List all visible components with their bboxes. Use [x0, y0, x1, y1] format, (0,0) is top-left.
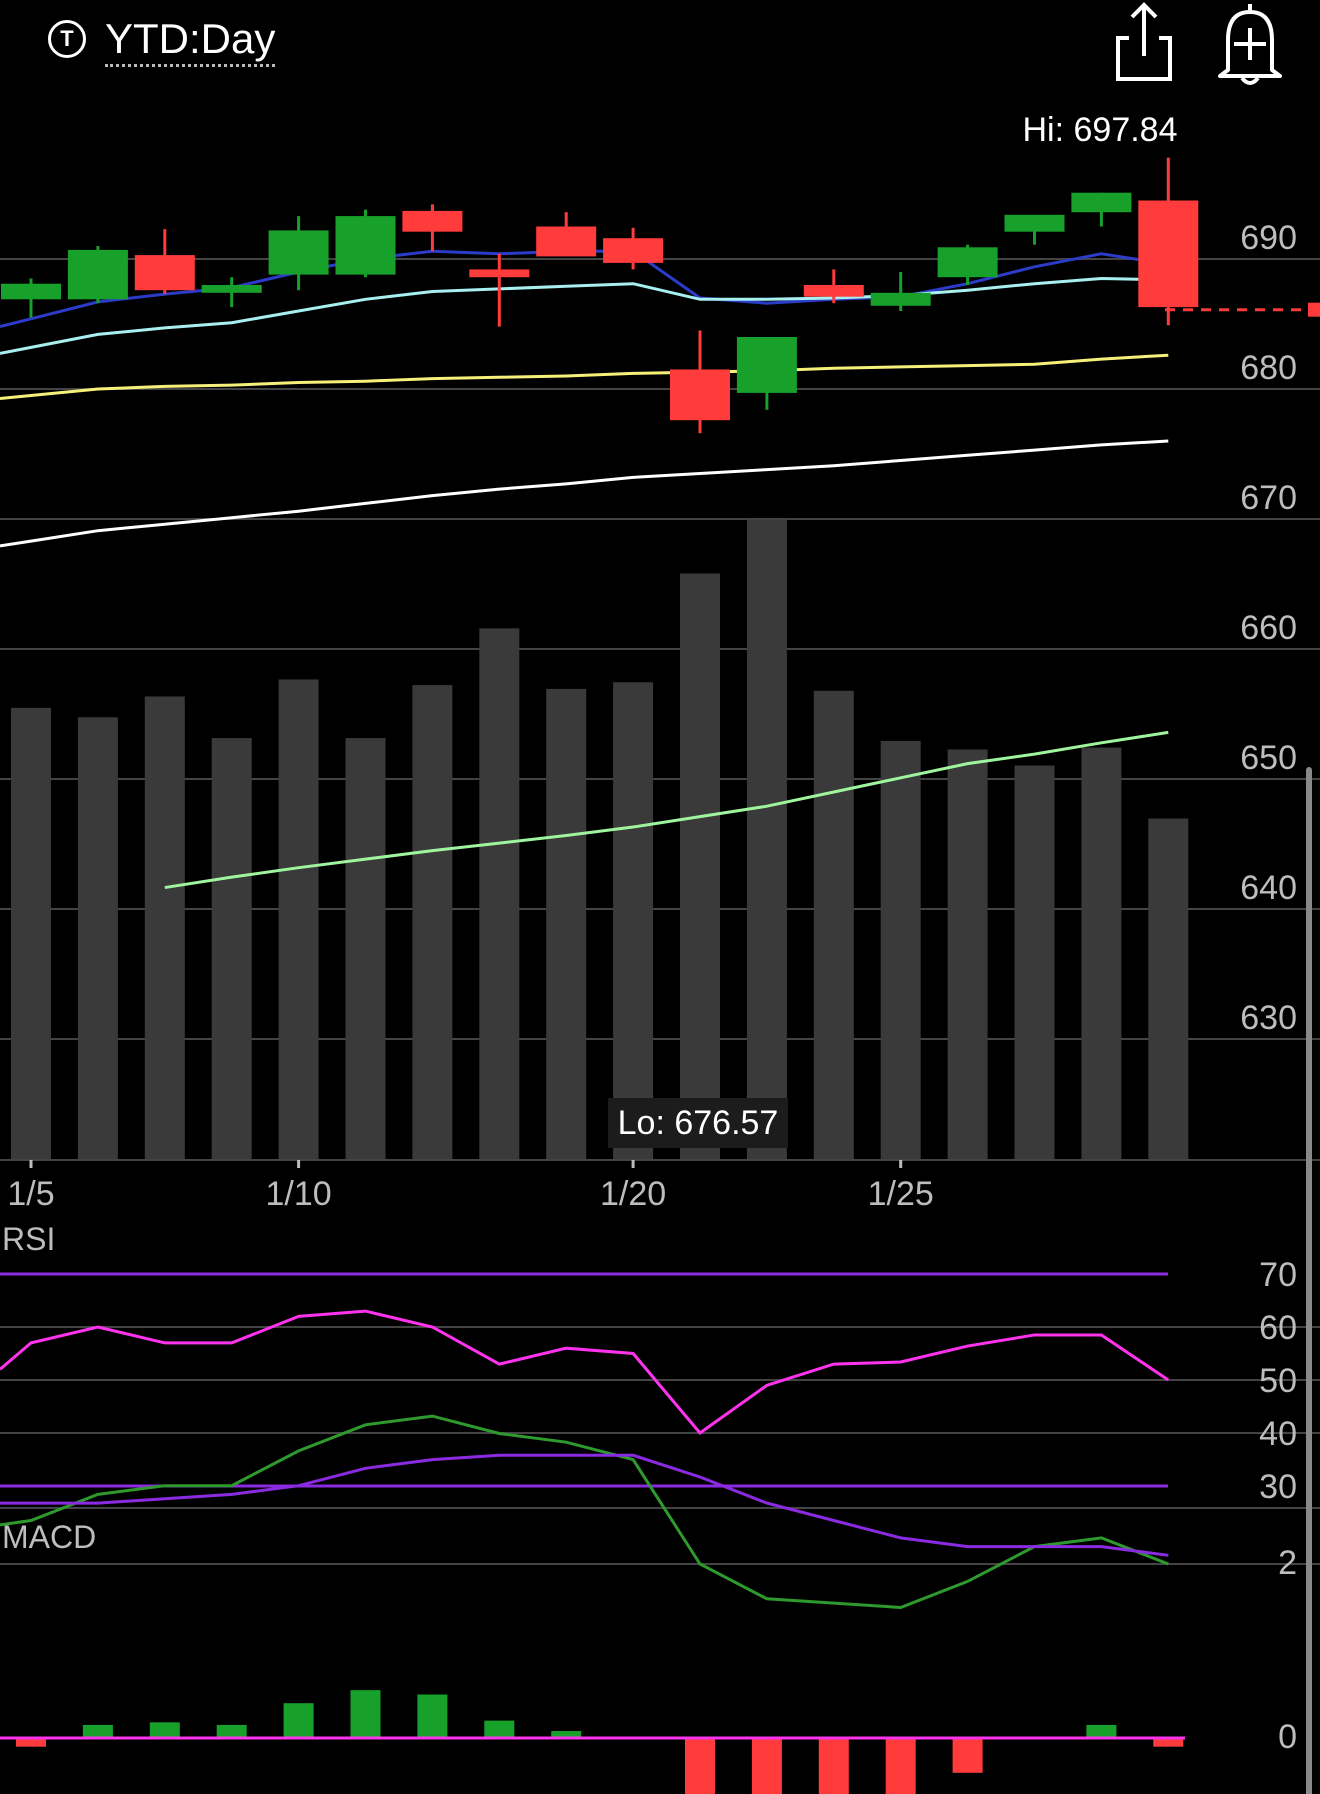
- macd-histogram-bar: [484, 1720, 515, 1738]
- volume-bar: [1081, 747, 1122, 1160]
- ma-white-line: [0, 439, 1169, 548]
- volume-bar: [1014, 765, 1055, 1160]
- volume-bar: [77, 717, 118, 1160]
- candle-up: [1071, 192, 1132, 213]
- macd-histogram-bar: [216, 1724, 247, 1738]
- volume-bar: [546, 688, 587, 1160]
- macd-histogram-bar: [818, 1738, 849, 1794]
- ma-yellow-line: [0, 353, 1169, 400]
- high-price-label: Hi: 697.84: [1023, 111, 1178, 149]
- candle-up: [1, 283, 61, 300]
- candle-down: [469, 269, 530, 278]
- candle-up: [201, 285, 262, 293]
- candle-down: [603, 238, 664, 263]
- macd-histogram-bar: [751, 1738, 782, 1794]
- chart-canvas[interactable]: 630 640 650 660 670 680 690 Hi: 697.84 Lo: 676.5…: [0, 0, 1320, 1794]
- macd-axis-label: 0: [1278, 1718, 1297, 1756]
- candle-down: [402, 210, 463, 232]
- last-price-marker: [1308, 302, 1320, 317]
- candle-up: [1004, 214, 1065, 232]
- price-axis-label: 680: [1240, 349, 1297, 387]
- macd-histogram-bar: [283, 1703, 314, 1738]
- price-axis-label: 630: [1240, 999, 1297, 1037]
- candle-down: [670, 369, 730, 421]
- x-axis-label: 1/25: [868, 1175, 934, 1213]
- macd-line: [0, 1414, 1169, 1610]
- price-axis-label: 670: [1240, 479, 1297, 517]
- macd-histogram-bar: [149, 1722, 180, 1738]
- volume-bar: [746, 519, 787, 1160]
- rsi-line: [0, 1309, 1170, 1436]
- volume-bar: [412, 685, 453, 1160]
- macd-histogram-bar: [1086, 1724, 1117, 1738]
- macd-histogram-bar: [417, 1694, 448, 1738]
- volume-bar: [947, 749, 988, 1160]
- rsi-axis-label: 40: [1259, 1415, 1297, 1453]
- macd-histogram-bar: [82, 1724, 113, 1738]
- candle-up: [736, 337, 797, 393]
- x-axis-label: 1/20: [600, 1175, 666, 1213]
- candle-down: [134, 255, 195, 291]
- candle-down: [803, 285, 864, 297]
- macd-histogram-bar: [350, 1690, 381, 1738]
- volume-bar: [11, 707, 51, 1160]
- price-axis-label: 640: [1240, 869, 1297, 907]
- low-price-label: Lo: 676.57: [618, 1104, 779, 1142]
- x-axis-label: 1/10: [266, 1175, 332, 1213]
- price-axis-label: 660: [1240, 609, 1297, 647]
- volume-bar: [880, 740, 921, 1160]
- candle-up: [67, 249, 128, 300]
- macd-histogram-bar: [885, 1738, 916, 1794]
- macd-histogram-bar: [685, 1738, 715, 1794]
- price-axis-label: 650: [1240, 739, 1297, 777]
- volume-bar: [1148, 818, 1189, 1160]
- volume-bar: [680, 573, 720, 1160]
- candle-up: [870, 292, 931, 306]
- x-axis-label: 1/5: [7, 1175, 54, 1213]
- rsi-axis-label: 30: [1259, 1468, 1297, 1506]
- rsi-axis-label: 50: [1259, 1362, 1297, 1400]
- candle-down: [536, 226, 597, 257]
- volume-bar: [813, 690, 854, 1160]
- rsi-axis-label: 70: [1259, 1256, 1297, 1294]
- volume-bar: [345, 738, 386, 1160]
- rsi-axis-label: 60: [1259, 1309, 1297, 1347]
- macd-signal-line: [0, 1453, 1169, 1557]
- candle-down: [1138, 200, 1199, 308]
- volume-bar: [211, 738, 252, 1160]
- price-axis-label: 690: [1240, 219, 1297, 257]
- macd-histogram-bar: [952, 1738, 983, 1773]
- candle-up: [335, 216, 396, 275]
- volume-bar: [278, 679, 319, 1160]
- volume-bar: [479, 628, 520, 1160]
- rsi-title: RSI: [2, 1221, 55, 1257]
- candle-up: [937, 247, 998, 278]
- macd-axis-label: 2: [1278, 1544, 1297, 1582]
- candle-up: [268, 230, 329, 275]
- volume-bar: [613, 682, 654, 1160]
- volume-bar: [144, 696, 185, 1160]
- macd-title: MACD: [2, 1519, 96, 1555]
